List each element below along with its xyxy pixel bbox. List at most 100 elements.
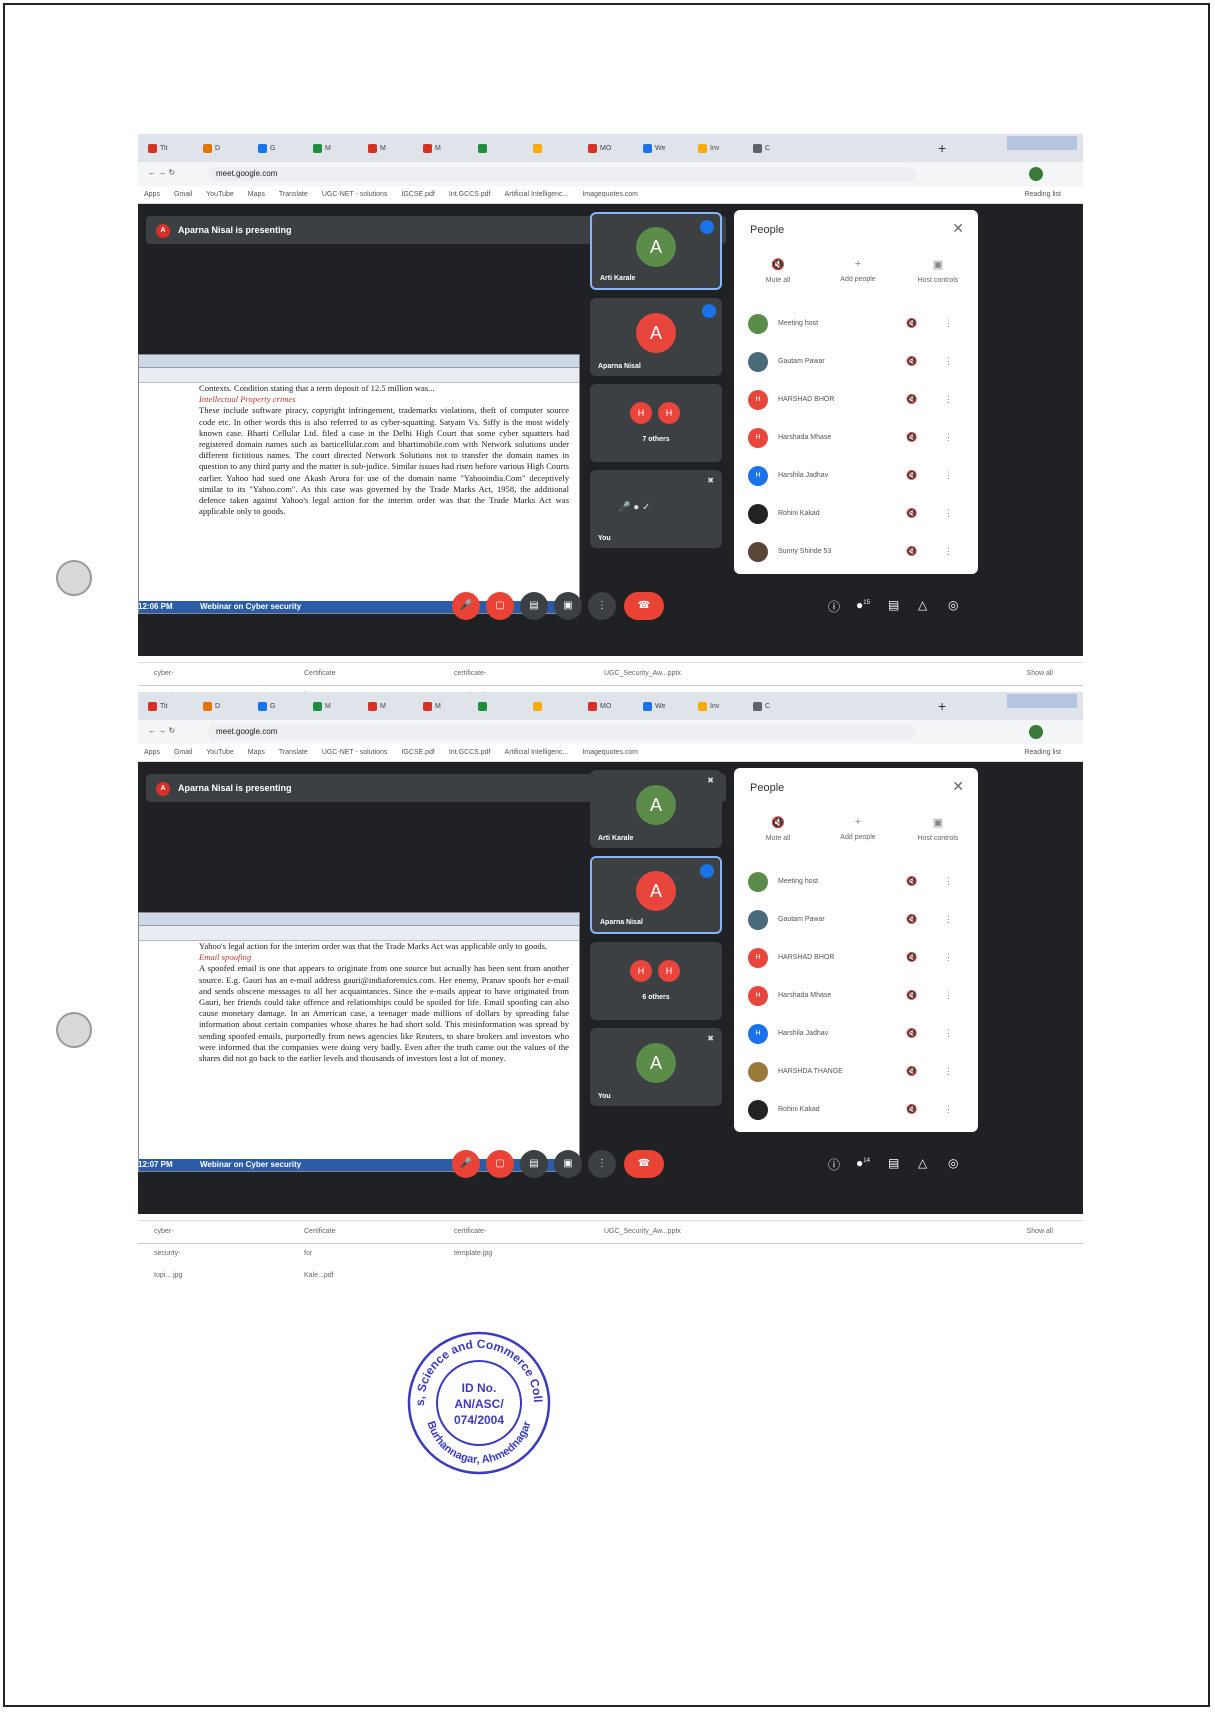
browser-tab[interactable]: G [254,698,306,716]
mic-muted-icon[interactable]: 🔇 [906,1066,917,1077]
participant-tile[interactable]: A Arti Karale ✖ [590,770,722,848]
leave-call-button[interactable]: ☎ [624,592,664,620]
more-vert-icon[interactable]: ⋮ [944,356,953,367]
mic-muted-icon[interactable]: 🔇 [906,394,917,405]
browser-tab[interactable]: M [364,140,416,158]
bookmark-item[interactable]: Artificial Intelligenc... [505,749,569,756]
browser-tab[interactable]: Inv [694,698,746,716]
participant-list-item[interactable]: H Harshila Jadhav 🔇 ⋮ [748,458,970,496]
more-options-button[interactable]: ⋮ [588,1150,616,1178]
profile-avatar[interactable] [1029,725,1043,739]
bookmark-item[interactable]: YouTube [206,191,234,198]
browser-tab[interactable] [529,140,581,158]
new-tab-button[interactable]: + [938,698,946,714]
bookmark-item[interactable]: YouTube [206,749,234,756]
participant-tile[interactable]: A Arti Karale [590,212,722,290]
bookmark-item[interactable]: Translate [279,749,308,756]
browser-tab[interactable]: G [254,140,306,158]
browser-tab[interactable]: MO [584,698,636,716]
leave-call-button[interactable]: ☎ [624,1150,664,1178]
participant-list-item[interactable]: Gautam Pawar 🔇 ⋮ [748,902,970,940]
host-controls-icon[interactable]: ◎ [948,1156,958,1170]
window-controls[interactable] [1007,694,1077,708]
browser-tab[interactable]: We [639,140,691,158]
present-button[interactable]: ▣ [554,592,582,620]
participant-list-item[interactable]: HARSHDA THANGE 🔇 ⋮ [748,1054,970,1092]
mic-muted-icon[interactable]: 🔇 [906,470,917,481]
browser-tab[interactable]: Tit [144,140,196,158]
mute-all-button[interactable]: 🔇 Mute all [738,258,818,284]
browser-tab[interactable]: MO [584,140,636,158]
participants-icon[interactable]: ●14 [856,1156,870,1170]
browser-tab[interactable]: M [309,140,361,158]
more-vert-icon[interactable]: ⋮ [944,1066,953,1077]
bookmark-item[interactable]: Int.GCCS.pdf [449,749,491,756]
participant-tile[interactable]: A Aparna Nisal [590,856,722,934]
participant-list-item[interactable]: Rohini Kakad 🔇 ⋮ [748,496,970,534]
url-field[interactable]: meet.google.com [208,725,916,739]
bookmark-item[interactable]: Translate [279,191,308,198]
bookmark-item[interactable]: Apps [144,191,160,198]
profile-avatar[interactable] [1029,167,1043,181]
download-item[interactable]: cyber-security-topi....jpg [154,1221,182,1287]
browser-tab[interactable]: We [639,698,691,716]
captions-button[interactable]: ▤ [520,592,548,620]
participant-list-item[interactable]: H Harshada Mhase 🔇 ⋮ [748,420,970,458]
bookmark-item[interactable]: Artificial Intelligenc... [505,191,569,198]
reading-list[interactable]: Reading list [1024,186,1061,204]
browser-tab[interactable]: Inv [694,140,746,158]
browser-tab[interactable] [474,140,526,158]
self-view-controls[interactable]: 🎤 ● ✓ [618,502,650,513]
participant-list-item[interactable]: H Harshila Jadhav 🔇 ⋮ [748,1016,970,1054]
add-people-button[interactable]: + Add people [818,258,898,283]
add-people-button[interactable]: + Add people [818,816,898,841]
mic-muted-icon[interactable]: 🔇 [906,546,917,557]
bookmark-item[interactable]: Imagequotes.com [582,191,638,198]
mic-off-button[interactable]: 🎤 [452,1150,480,1178]
window-controls[interactable] [1007,136,1077,150]
bookmark-item[interactable]: Gmail [174,749,192,756]
more-vert-icon[interactable]: ⋮ [944,952,953,963]
more-vert-icon[interactable]: ⋮ [944,990,953,1001]
info-icon[interactable]: ⓘ [828,1156,840,1173]
browser-tab[interactable]: M [419,140,471,158]
bookmark-item[interactable]: IGCSE.pdf [401,191,434,198]
mic-muted-icon[interactable]: 🔇 [906,914,917,925]
chat-icon[interactable]: ▤ [888,598,899,612]
bookmark-item[interactable]: Maps [248,749,265,756]
close-icon[interactable]: ✕ [952,220,964,237]
mic-off-button[interactable]: 🎤 [452,592,480,620]
browser-tab[interactable] [529,698,581,716]
bookmark-item[interactable]: Int.GCCS.pdf [449,191,491,198]
participant-tile[interactable]: 🎤 ● ✓ You ✖ [590,470,722,548]
mic-muted-icon[interactable]: 🔇 [906,432,917,443]
participant-tile[interactable]: A You ✖ [590,1028,722,1106]
info-icon[interactable]: ⓘ [828,598,840,615]
bookmark-item[interactable]: IGCSE.pdf [401,749,434,756]
bookmark-item[interactable]: Imagequotes.com [582,749,638,756]
download-item[interactable]: UGC_Security_Aw...pptx [604,663,681,685]
activities-icon[interactable]: △ [918,598,927,612]
participants-icon[interactable]: ●15 [856,598,870,612]
participant-list-item[interactable]: Gautam Pawar 🔇 ⋮ [748,344,970,382]
more-vert-icon[interactable]: ⋮ [944,432,953,443]
participant-list-item[interactable]: Meeting host 🔇 ⋮ [748,306,970,344]
show-all-link[interactable]: Show all [1027,663,1053,685]
bookmark-item[interactable]: Apps [144,749,160,756]
mic-muted-icon[interactable]: 🔇 [906,876,917,887]
activities-icon[interactable]: △ [918,1156,927,1170]
close-icon[interactable]: ✕ [952,778,964,795]
new-tab-button[interactable]: + [938,140,946,156]
more-vert-icon[interactable]: ⋮ [944,1028,953,1039]
back-forward-reload-icons[interactable]: ← → ↻ [148,726,175,735]
mic-muted-icon[interactable]: 🔇 [906,508,917,519]
mute-all-button[interactable]: 🔇 Mute all [738,816,818,842]
present-button[interactable]: ▣ [554,1150,582,1178]
mic-muted-icon[interactable]: 🔇 [906,1028,917,1039]
mic-muted-icon[interactable]: 🔇 [906,990,917,1001]
camera-off-button[interactable]: ▢ [486,1150,514,1178]
reading-list[interactable]: Reading list [1024,744,1061,762]
host-controls-icon[interactable]: ◎ [948,598,958,612]
participant-tile[interactable]: HH 7 others [590,384,722,462]
participant-list-item[interactable]: 🔇⋮ [748,572,970,574]
